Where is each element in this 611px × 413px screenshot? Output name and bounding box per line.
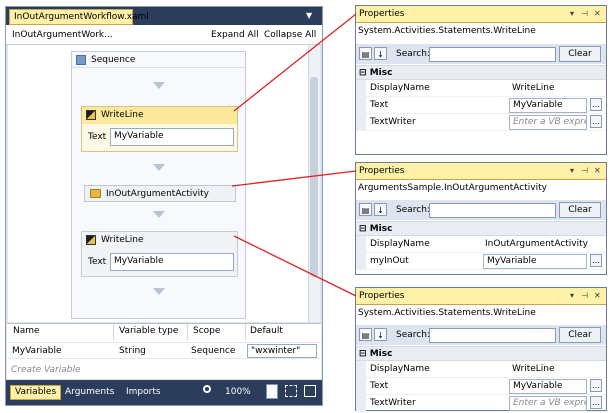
connector-lines <box>231 13 357 297</box>
connector-line <box>233 13 357 112</box>
connector-line <box>233 235 357 297</box>
connector-line <box>231 170 357 187</box>
